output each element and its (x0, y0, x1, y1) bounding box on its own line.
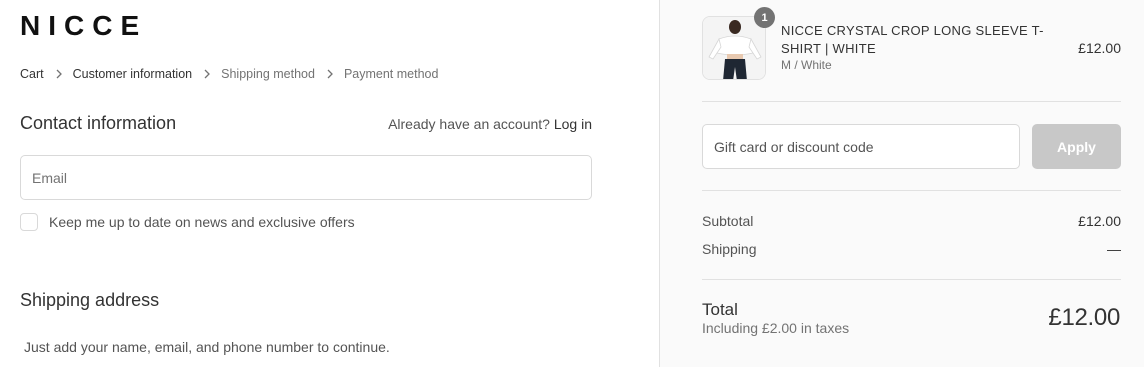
breadcrumb: Cart Customer information Shipping metho… (20, 66, 438, 82)
total-label: Total (702, 300, 738, 319)
newsletter-label[interactable]: Keep me up to date on news and exclusive… (49, 214, 355, 230)
subtotal-label: Subtotal (702, 213, 754, 229)
chevron-right-icon (325, 69, 335, 79)
newsletter-checkbox[interactable] (20, 213, 38, 231)
divider (702, 279, 1121, 280)
newsletter-opt-in: Keep me up to date on news and exclusive… (20, 213, 355, 231)
email-field (20, 155, 592, 200)
brand-logo[interactable]: NICCE (20, 10, 147, 42)
divider (702, 190, 1121, 191)
breadcrumb-customer-information: Customer information (72, 67, 193, 81)
product-name: NICCE CRYSTAL CROP LONG SLEEVE T-SHIRT |… (781, 23, 1044, 56)
breadcrumb-payment-method: Payment method (343, 67, 439, 81)
shipping-value: — (1107, 241, 1121, 257)
breadcrumb-cart[interactable]: Cart (20, 67, 44, 81)
total-value: £12.00 (1048, 304, 1120, 331)
account-prompt-text: Already have an account? (388, 116, 550, 132)
checkout-main: NICCE Cart Customer information Shipping… (0, 0, 659, 367)
contact-information-title: Contact information (20, 113, 177, 133)
product-thumbnail (702, 16, 766, 80)
chevron-right-icon (202, 69, 212, 79)
product-variant: M / White (781, 58, 832, 72)
product-line-item: 1 NICCE CRYSTAL CROP LONG SLEEVE T-SHIRT… (702, 7, 1121, 80)
quantity-badge: 1 (754, 7, 775, 28)
divider (702, 101, 1121, 102)
order-summary: 1 NICCE CRYSTAL CROP LONG SLEEVE T-SHIRT… (659, 0, 1144, 367)
breadcrumb-shipping-method: Shipping method (221, 67, 315, 81)
discount-code-input[interactable] (703, 125, 1019, 168)
tax-note: Including £2.00 in taxes (702, 320, 850, 336)
shipping-helper-text: Just add your name, email, and phone num… (24, 339, 390, 355)
product-price: £12.00 (1078, 40, 1121, 56)
email-input[interactable] (21, 156, 591, 199)
account-prompt: Already have an account? Log in (388, 116, 592, 132)
subtotal-value: £12.00 (1078, 213, 1121, 229)
apply-discount-button[interactable]: Apply (1032, 124, 1121, 169)
shipping-address-title: Shipping address (20, 290, 160, 310)
discount-code-field (702, 124, 1020, 169)
shipping-label: Shipping (702, 241, 757, 257)
chevron-right-icon (54, 69, 64, 79)
login-link[interactable]: Log in (554, 116, 592, 132)
